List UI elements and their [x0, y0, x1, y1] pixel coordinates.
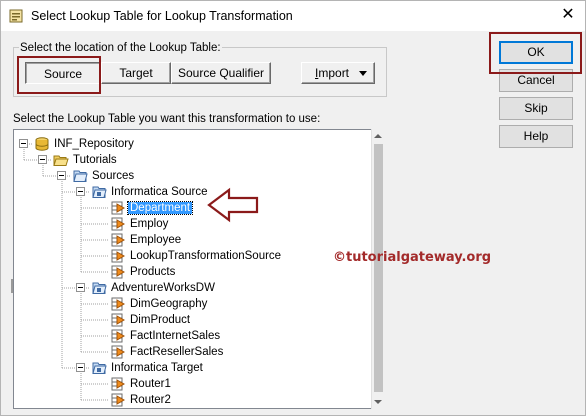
source-table-icon: [110, 344, 126, 360]
scroll-down-icon[interactable]: [374, 400, 382, 404]
open-folder-icon: [53, 152, 69, 168]
tree-item[interactable]: AdventureWorksDW: [109, 280, 217, 296]
tree-item-label: FactInternetSales: [130, 330, 221, 342]
left-arrow-callout-icon: [207, 187, 259, 223]
tree-item-label: Router2: [130, 394, 171, 406]
help-button[interactable]: Help: [499, 125, 573, 148]
tree-item-label: FactResellerSales: [130, 346, 224, 358]
watermark: ©tutorialgateway.org: [333, 250, 492, 265]
repository-icon: [34, 136, 50, 152]
tree-item[interactable]: INF_Repository: [52, 136, 136, 152]
location-group-label: Select the location of the Lookup Table:: [19, 42, 222, 54]
collapse-toggle-icon[interactable]: [76, 363, 85, 372]
resize-mark: [11, 279, 13, 293]
tree-item-label: Router1: [130, 378, 171, 390]
tree-item[interactable]: DimGeography: [128, 296, 209, 312]
import-dropdown-button[interactable]: Import: [301, 62, 375, 84]
title-bar: Select Lookup Table for Lookup Transform…: [1, 1, 585, 31]
tree-item[interactable]: Employee: [128, 232, 183, 248]
database-folder-icon: [91, 280, 107, 296]
tree-item-label: LookupTransformationSource: [130, 250, 282, 262]
source-qualifier-tab-button[interactable]: Source Qualifier: [171, 62, 271, 84]
source-table-icon: [110, 312, 126, 328]
tree-item-label: Products: [130, 266, 176, 278]
tree-item-label: Informatica Target: [111, 362, 203, 374]
tree-item[interactable]: Tutorials: [71, 152, 119, 168]
ok-button[interactable]: OK: [499, 41, 573, 64]
close-icon[interactable]: ✕: [555, 3, 581, 27]
tree-item[interactable]: Router1: [128, 376, 173, 392]
collapse-toggle-icon[interactable]: [19, 139, 28, 148]
source-table-icon: [110, 376, 126, 392]
tree-instruction: Select the Lookup Table you want this tr…: [13, 113, 321, 125]
tree-vertical-scrollbar[interactable]: [371, 129, 384, 409]
tree-item[interactable]: FactInternetSales: [128, 328, 222, 344]
tree-item[interactable]: Informatica Target: [109, 360, 205, 376]
tree-item[interactable]: DimProduct: [128, 312, 192, 328]
collapse-toggle-icon[interactable]: [76, 283, 85, 292]
collapse-toggle-icon[interactable]: [57, 171, 66, 180]
tree-item-label: DimProduct: [130, 314, 191, 326]
source-table-icon: [110, 328, 126, 344]
tree-item[interactable]: Router2: [128, 392, 173, 408]
source-table-icon: [110, 248, 126, 264]
tree-item-label: Employ: [130, 218, 169, 230]
tree-item-label: INF_Repository: [54, 138, 134, 150]
source-table-icon: [110, 232, 126, 248]
sources-folder-icon: [72, 168, 88, 184]
source-tab-button[interactable]: Source: [25, 62, 101, 84]
app-icon: [9, 9, 23, 23]
source-table-icon: [110, 296, 126, 312]
tree-item-label: Tutorials: [73, 154, 117, 166]
tree-item[interactable]: Sources: [90, 168, 136, 184]
tree-item-label: Department: [126, 201, 194, 215]
tree-item[interactable]: FactResellerSales: [128, 344, 225, 360]
chevron-down-icon: [359, 71, 367, 76]
tree-item-label: Employee: [130, 234, 182, 246]
tree-item[interactable]: Department: [126, 200, 194, 216]
tree-item-label: DimGeography: [130, 298, 208, 310]
tree-item[interactable]: LookupTransformationSource: [128, 248, 283, 264]
lookup-table-tree[interactable]: INF_Repository Tutorials Sources Informatic…: [13, 129, 384, 409]
tree-item[interactable]: Informatica Source: [109, 184, 210, 200]
tree-item-label: Sources: [92, 170, 135, 182]
window-title: Select Lookup Table for Lookup Transform…: [31, 9, 293, 23]
collapse-toggle-icon[interactable]: [76, 187, 85, 196]
tree-item[interactable]: Employ: [128, 216, 170, 232]
source-table-icon: [110, 264, 126, 280]
database-folder-icon: [91, 360, 107, 376]
tree-item-label: AdventureWorksDW: [111, 282, 215, 294]
skip-button[interactable]: Skip: [499, 97, 573, 120]
tree-item[interactable]: Products: [128, 264, 177, 280]
source-table-icon: [110, 200, 126, 216]
import-label: mport: [318, 66, 350, 80]
cancel-button[interactable]: Cancel: [499, 69, 573, 92]
lookup-table-dialog: Select Lookup Table for Lookup Transform…: [0, 0, 586, 416]
database-folder-icon: [91, 184, 107, 200]
scrollbar-thumb[interactable]: [374, 144, 383, 392]
target-tab-button[interactable]: Target: [101, 62, 171, 84]
tree-item-label: Informatica Source: [111, 186, 208, 198]
source-table-icon: [110, 216, 126, 232]
source-table-icon: [110, 392, 126, 408]
scroll-up-icon[interactable]: [374, 134, 382, 138]
collapse-toggle-icon[interactable]: [38, 155, 47, 164]
